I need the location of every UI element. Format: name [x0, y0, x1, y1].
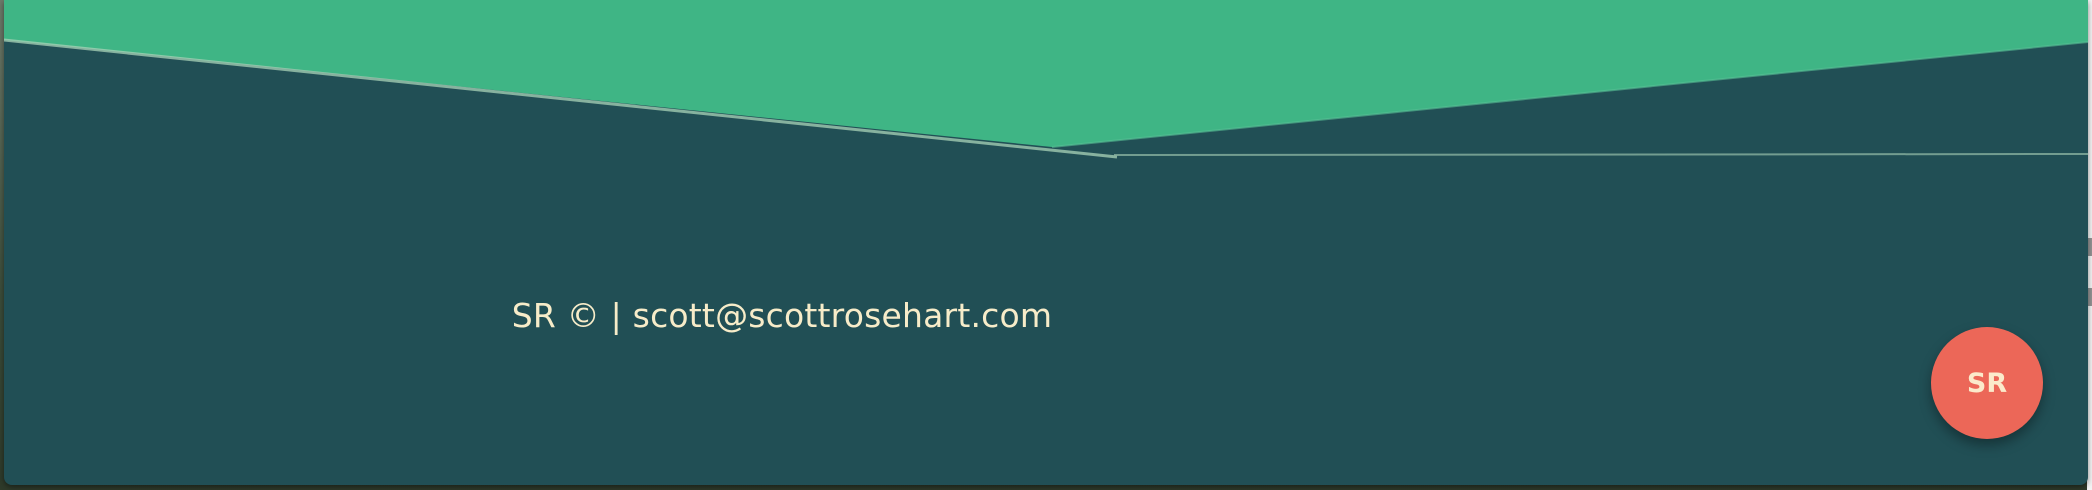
- fab-label: SR: [1966, 367, 2008, 399]
- screen: SR © | scott@scottrosehart.com SR: [0, 0, 2092, 490]
- hero-base-line: [1113, 153, 2088, 156]
- profile-fab-button[interactable]: SR: [1931, 327, 2043, 439]
- footer-copyright: SR © | scott@scottrosehart.com: [4, 296, 1560, 335]
- hero-angled-banner: [4, 0, 2088, 159]
- footer-card: SR © | scott@scottrosehart.com SR: [4, 0, 2088, 485]
- footer-separator: |: [610, 296, 622, 335]
- footer-email-link[interactable]: scott@scottrosehart.com: [633, 296, 1053, 335]
- copyright-symbol: ©: [566, 296, 600, 335]
- footer-initials: SR: [511, 296, 557, 335]
